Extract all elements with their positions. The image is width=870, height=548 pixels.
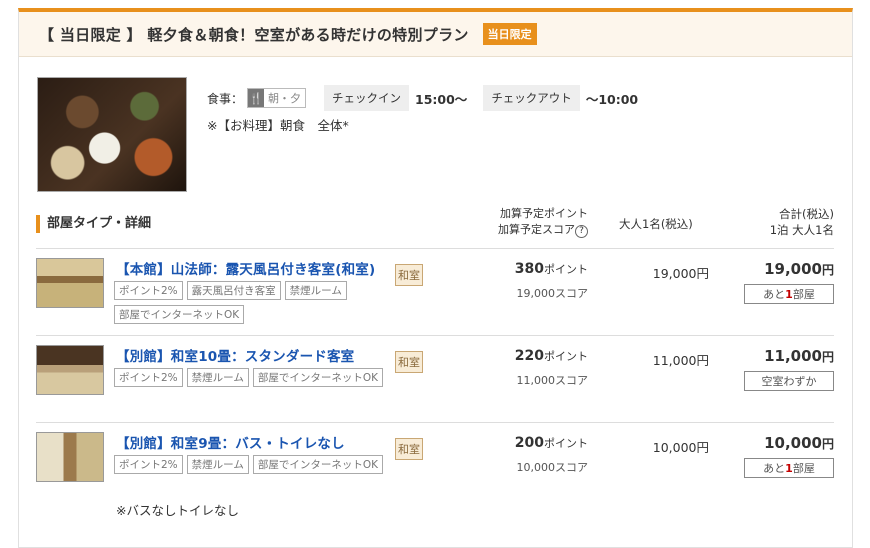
room-tags: ポイント2% 禁煙ルーム 部屋でインターネットOK xyxy=(114,455,384,474)
plan-note: ※【お料理】朝食 全体* xyxy=(207,118,349,133)
total-unit: 円 xyxy=(821,350,834,364)
adult-price: 10,000円 xyxy=(652,440,709,455)
avail-count: 1 xyxy=(785,288,793,301)
points-value: 380 xyxy=(514,261,544,277)
room-photo[interactable] xyxy=(36,258,104,308)
availability-button[interactable]: あと1部屋 xyxy=(744,284,834,304)
avail-pre: あと xyxy=(763,288,786,301)
tag: 禁煙ルーム xyxy=(284,281,347,300)
avail-pre: あと xyxy=(763,462,786,475)
tag: ポイント2% xyxy=(114,455,183,474)
points-header-label: 加算予定ポイント xyxy=(500,207,588,220)
points-unit: ポイント xyxy=(544,437,588,450)
room-type-badge: 和室 xyxy=(395,351,423,373)
room-type-badge: 和室 xyxy=(395,264,423,286)
total-value: 11,000 xyxy=(764,347,822,365)
total-header: 合計(税込) 1泊 大人1名 xyxy=(770,206,834,238)
total-value: 10,000 xyxy=(764,434,822,452)
meal-value: 朝・夕 xyxy=(268,92,302,105)
total-unit: 円 xyxy=(821,437,834,451)
room-name-link[interactable]: 【別館】和室10畳：スタンダード客室 xyxy=(116,345,354,365)
room-tags: ポイント2% 禁煙ルーム 部屋でインターネットOK xyxy=(114,368,384,387)
room-row: 【別館】和室9畳：バス・トイレなし ポイント2% 禁煙ルーム 部屋でインターネッ… xyxy=(36,422,834,518)
room-type-badge: 和室 xyxy=(395,438,423,460)
plan-header: 【 当日限定 】 軽夕食＆朝食！空室がある時だけの特別プラン 当日限定 xyxy=(19,12,852,57)
total-price: 19,000円 xyxy=(764,260,834,278)
total-header-sub: 1泊 大人1名 xyxy=(769,223,834,237)
points: 220ポイント xyxy=(476,348,588,364)
fork-knife-icon: 🍴 xyxy=(248,89,265,107)
tag: 禁煙ルーム xyxy=(186,368,249,387)
tag: 露天風呂付き客室 xyxy=(186,281,281,300)
room-name-link[interactable]: 【本館】山法師：露天風呂付き客室(和室) xyxy=(116,258,375,278)
room-type-header: 部屋タイプ・詳細 xyxy=(36,215,151,233)
avail-post: 部屋 xyxy=(792,288,815,301)
score-header-label: 加算予定スコア xyxy=(498,223,575,236)
meal-label: 食事： xyxy=(207,91,244,106)
tag: 部屋でインターネットOK xyxy=(252,368,384,387)
points: 200ポイント xyxy=(476,435,588,451)
availability-button[interactable]: 空室わずか xyxy=(744,371,834,391)
same-day-badge: 当日限定 xyxy=(482,23,537,45)
room-tags: ポイント2% 露天風呂付き客室 禁煙ルーム 部屋でインターネットOK xyxy=(114,281,384,324)
checkout-time: 〜10:00 xyxy=(585,91,639,107)
points-value: 200 xyxy=(514,435,544,451)
points-value: 220 xyxy=(514,348,544,364)
room-row: 【本館】山法師：露天風呂付き客室(和室) ポイント2% 露天風呂付き客室 禁煙ル… xyxy=(36,248,834,334)
plan-photo[interactable] xyxy=(37,77,187,192)
meal-info: 🍴 朝・夕 xyxy=(247,88,307,108)
help-icon[interactable]: ? xyxy=(575,225,588,238)
total-price: 11,000円 xyxy=(764,347,834,365)
adult-price: 19,000円 xyxy=(652,266,709,281)
tag: 部屋でインターネットOK xyxy=(114,305,245,324)
room-row: 【別館】和室10畳：スタンダード客室 ポイント2% 禁煙ルーム 部屋でインターネ… xyxy=(36,335,834,421)
room-photo[interactable] xyxy=(36,345,104,395)
rooms-table-header: 部屋タイプ・詳細 加算予定ポイント 加算予定スコア? 大人1名(税込) 合計(税… xyxy=(36,203,834,247)
price-header: 大人1名(税込) xyxy=(619,217,693,231)
plan-info: 食事： 🍴 朝・夕 チェックイン 15:00〜 チェックアウト 〜10:00 ※… xyxy=(19,57,852,197)
score: 19,000スコア xyxy=(516,287,589,300)
points: 380ポイント xyxy=(476,261,588,277)
total-price: 10,000円 xyxy=(764,434,834,452)
tag: 禁煙ルーム xyxy=(186,455,249,474)
tag: ポイント2% xyxy=(114,281,183,300)
score: 11,000スコア xyxy=(516,374,589,387)
tag: ポイント2% xyxy=(114,368,183,387)
total-value: 19,000 xyxy=(764,260,822,278)
total-unit: 円 xyxy=(821,263,834,277)
room-photo[interactable] xyxy=(36,432,104,482)
availability-button[interactable]: あと1部屋 xyxy=(744,458,834,478)
room-name-link[interactable]: 【別館】和室9畳：バス・トイレなし xyxy=(116,432,345,452)
points-unit: ポイント xyxy=(544,350,588,363)
points-unit: ポイント xyxy=(544,263,588,276)
score: 10,000スコア xyxy=(516,461,589,474)
tag: 部屋でインターネットOK xyxy=(252,455,384,474)
avail-count: 1 xyxy=(785,462,793,475)
checkin-time: 15:00〜 xyxy=(415,91,468,107)
total-header-label: 合計(税込) xyxy=(779,207,834,221)
adult-price: 11,000円 xyxy=(652,353,709,368)
meal-checkin-row: 食事： 🍴 朝・夕 チェックイン 15:00〜 チェックアウト 〜10:00 xyxy=(207,85,638,111)
checkin-label: チェックイン xyxy=(324,85,410,111)
room-note: ※バスなしトイレなし xyxy=(116,503,239,518)
checkout-label: チェックアウト xyxy=(483,85,580,111)
plan-title[interactable]: 【 当日限定 】 軽夕食＆朝食！空室がある時だけの特別プラン xyxy=(39,24,469,45)
points-header: 加算予定ポイント 加算予定スコア? xyxy=(476,206,588,238)
avail-post: 部屋 xyxy=(792,462,815,475)
